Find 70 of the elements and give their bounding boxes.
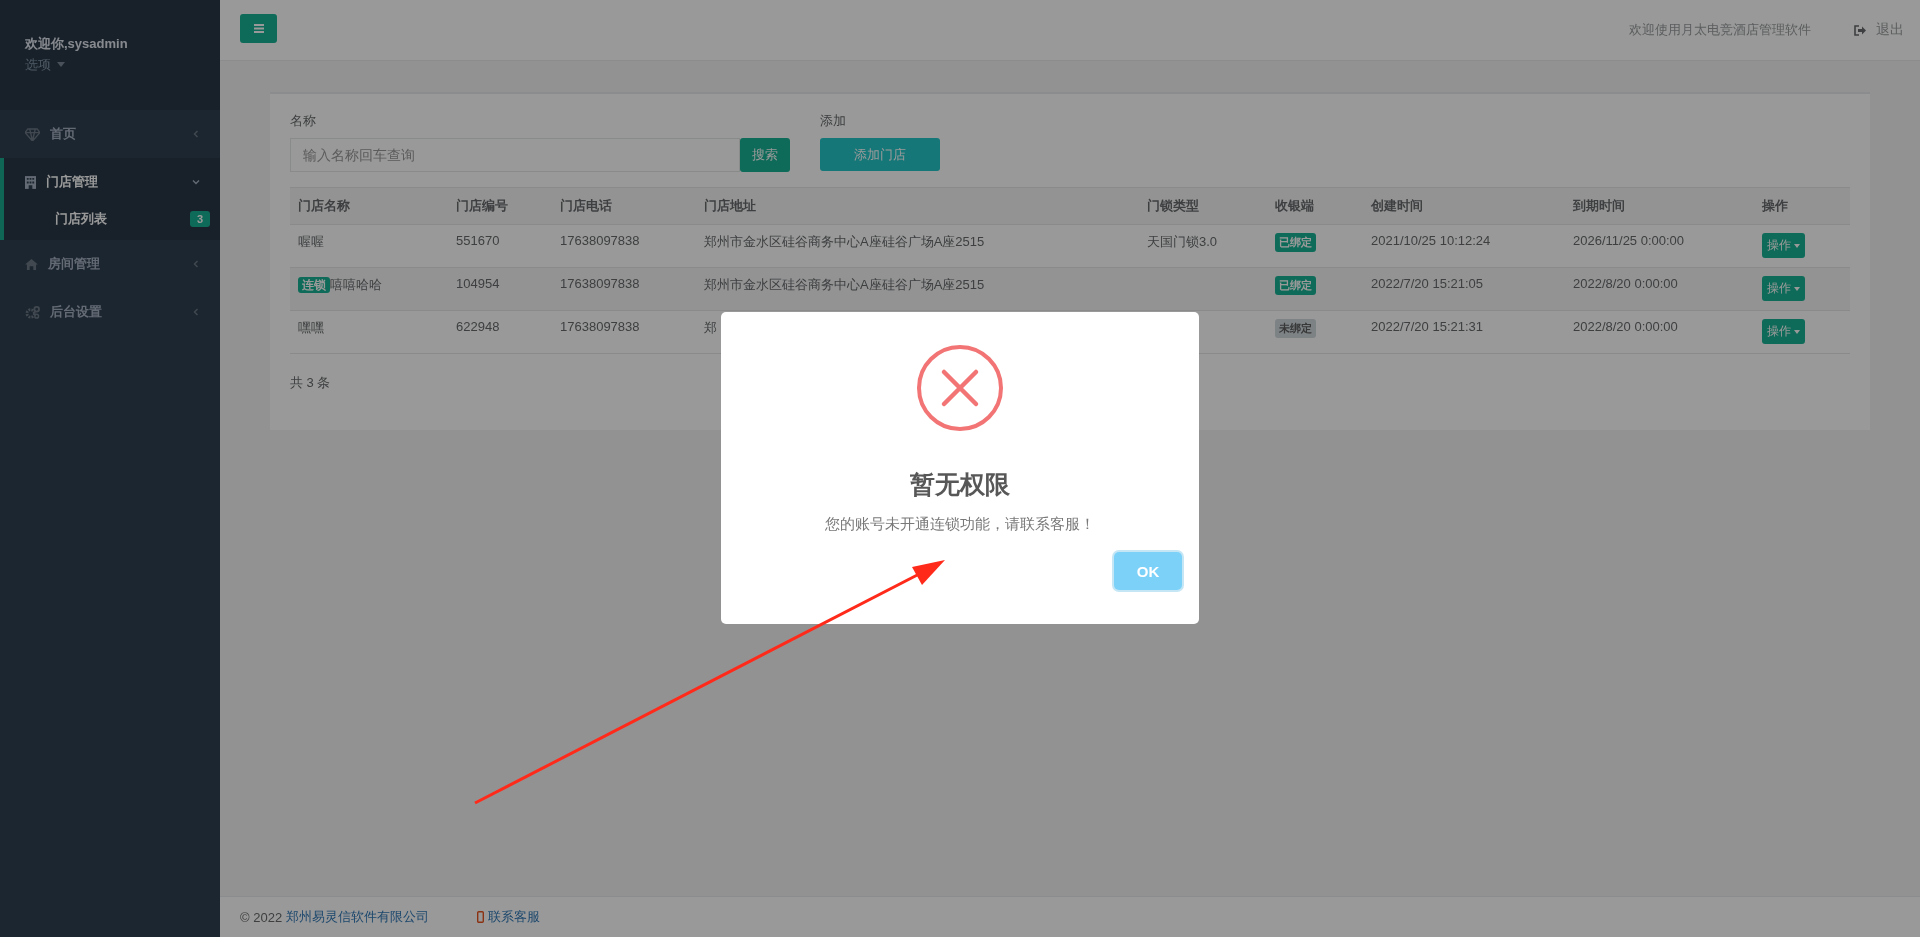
chevron-left-icon (192, 130, 200, 138)
company-link[interactable]: 郑州易灵信软件有限公司 (286, 908, 430, 926)
contact-link[interactable]: 联系客服 (488, 908, 541, 926)
table-cell: 2022/7/20 15:21:05 (1363, 267, 1565, 311)
field-label: 添加 (820, 112, 847, 130)
caret-icon (1794, 243, 1800, 248)
action-dropdown[interactable]: 操作 (1762, 233, 1805, 258)
column-header: 操作 (1754, 187, 1850, 225)
user-greeting: 欢迎你,sysadmin (25, 34, 129, 53)
chevron-left-icon (192, 260, 200, 268)
field-label: 名称 (290, 112, 317, 130)
menu-item[interactable]: 门店管理 (4, 158, 220, 206)
caret-icon (1794, 286, 1800, 291)
home-icon (25, 258, 38, 270)
chevron-down-icon (192, 178, 200, 186)
table-cell: 郑州市金水区硅谷商务中心A座硅谷广场A座2515 (696, 224, 1139, 268)
copyright-text: © 2022 (240, 909, 283, 925)
table-cell: 喔喔 (298, 234, 324, 249)
chain-tag: 连锁 (298, 277, 330, 293)
add-store-button[interactable]: 添加门店 (820, 138, 940, 171)
table-cell: 天国门锁3.0 (1139, 224, 1267, 268)
submenu-item[interactable]: 门店列表 3 (4, 206, 220, 232)
status-label: 未绑定 (1275, 319, 1316, 338)
table-cell: 104954 (448, 267, 552, 311)
caret-icon (1794, 329, 1800, 334)
table-cell: 嘿嘿 (298, 320, 324, 335)
column-header: 到期时间 (1565, 187, 1754, 225)
error-icon (916, 344, 1004, 432)
menu-button[interactable] (240, 14, 277, 43)
table-cell: 2022/7/20 15:21:31 (1363, 310, 1565, 354)
menu-item[interactable]: 首页 (4, 110, 220, 158)
dialog-message: 您的账号未开通连锁功能，请联系客服！ (825, 515, 1095, 534)
table-cell: 2026/11/25 0:00:00 (1565, 224, 1754, 268)
column-header: 门店地址 (696, 187, 1139, 225)
total-count: 共 3 条 (290, 374, 332, 392)
search-button[interactable]: 搜索 (740, 138, 790, 172)
column-header: 门锁类型 (1139, 187, 1267, 225)
table-cell: 2021/10/25 10:12:24 (1363, 224, 1565, 268)
table-cell: 17638097838 (552, 224, 696, 268)
status-label: 已绑定 (1275, 233, 1316, 252)
building-icon (25, 175, 36, 189)
action-dropdown[interactable]: 操作 (1762, 276, 1805, 301)
action-dropdown[interactable]: 操作 (1762, 319, 1805, 344)
count-badge: 3 (189, 211, 210, 227)
column-header: 收银端 (1267, 187, 1363, 225)
table-cell: 551670 (448, 224, 552, 268)
menu-item[interactable]: 后台设置 (4, 288, 220, 336)
table-cell: 2022/8/20 0:00:00 (1565, 310, 1754, 354)
column-header: 门店编号 (448, 187, 552, 225)
gears-icon (25, 305, 40, 319)
column-header: 创建时间 (1363, 187, 1565, 225)
sign-out-icon (1853, 24, 1866, 36)
menu-item[interactable]: 房间管理 (4, 240, 220, 288)
diamond-icon (25, 127, 40, 141)
chevron-left-icon (192, 308, 200, 316)
ok-button[interactable]: OK (1114, 552, 1182, 590)
dialog-title: 暂无权限 (910, 469, 1010, 500)
table-cell: 郑州市金水区硅谷商务中心A座硅谷广场A座2515 (696, 267, 1139, 311)
column-header: 门店名称 (290, 187, 448, 225)
table-cell: 622948 (448, 310, 552, 354)
menu-icon (253, 24, 264, 33)
table-cell: 2022/8/20 0:00:00 (1565, 267, 1754, 311)
phone-icon (477, 911, 485, 923)
column-header: 门店电话 (552, 187, 696, 225)
table-cell: 连锁 嘻嘻哈哈 (298, 277, 382, 292)
logout-link[interactable]: 退出 (1853, 21, 1904, 39)
table-cell: 17638097838 (552, 267, 696, 311)
caret-icon (57, 62, 65, 67)
table-cell: 17638097838 (552, 310, 696, 354)
status-label: 已绑定 (1275, 276, 1316, 295)
